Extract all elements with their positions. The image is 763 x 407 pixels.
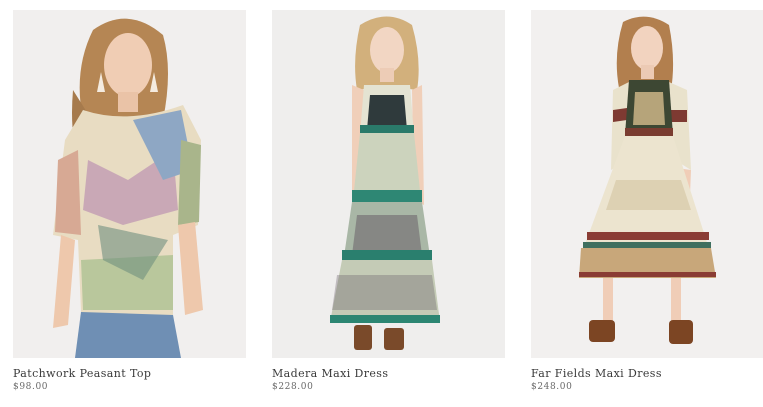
product-card-madera-maxi-dress[interactable]: Madera Maxi Dress $228.00 xyxy=(272,10,505,393)
product-title[interactable]: Patchwork Peasant Top xyxy=(13,367,246,381)
product-price: $98.00 xyxy=(13,382,49,392)
product-price: $228.00 xyxy=(272,382,314,392)
product-title[interactable]: Far Fields Maxi Dress xyxy=(531,367,763,381)
product-card-patchwork-peasant-top[interactable]: Patchwork Peasant Top $98.00 xyxy=(13,10,246,393)
product-title[interactable]: Madera Maxi Dress xyxy=(272,367,505,381)
product-photo[interactable] xyxy=(272,10,505,358)
product-price: $248.00 xyxy=(531,382,573,392)
product-card-far-fields-maxi-dress[interactable]: Far Fields Maxi Dress $248.00 xyxy=(531,10,763,393)
product-photo[interactable] xyxy=(531,10,763,358)
product-photo[interactable] xyxy=(13,10,246,358)
product-grid: Patchwork Peasant Top $98.00 Madera Maxi… xyxy=(0,0,763,407)
